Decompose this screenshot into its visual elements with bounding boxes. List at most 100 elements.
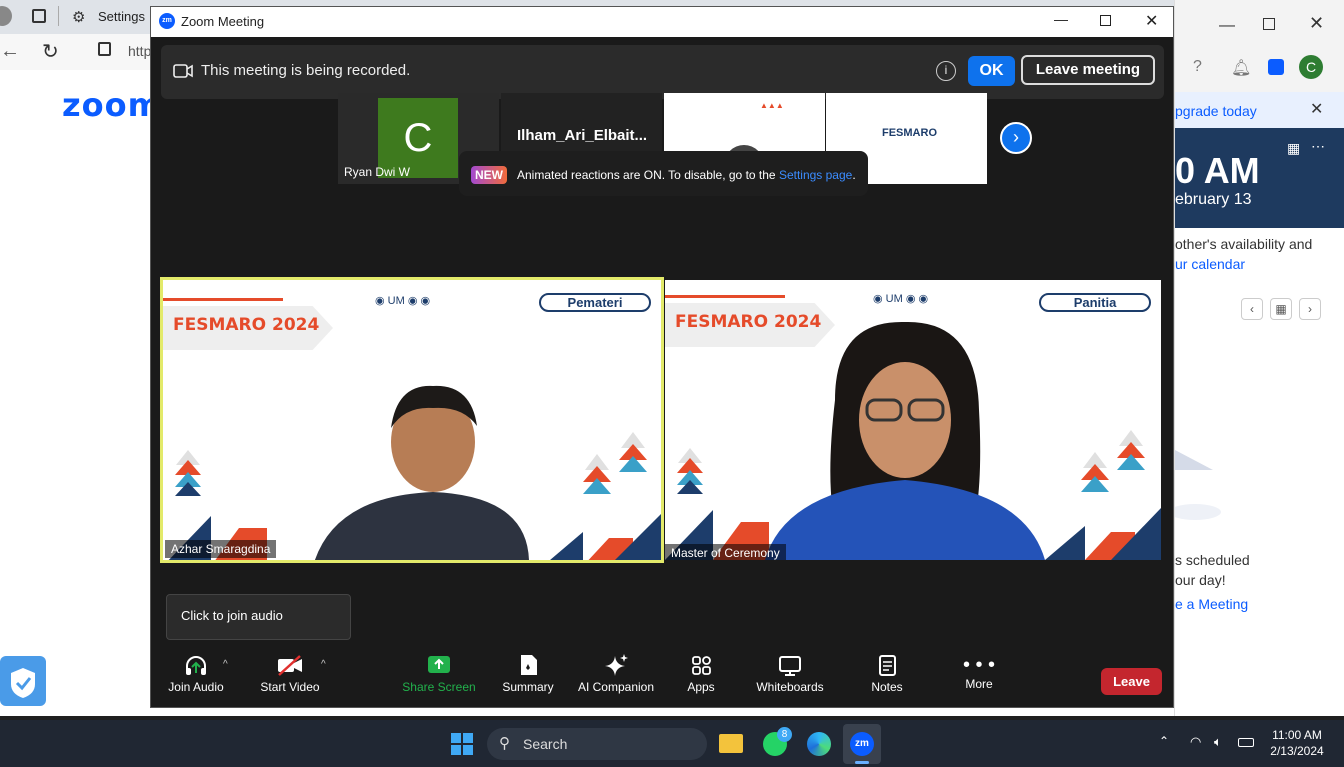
help-icon[interactable]: ?: [1193, 58, 1202, 76]
availability-text: other's availability and: [1175, 236, 1313, 252]
join-audio-tooltip: Click to join audio: [166, 594, 351, 640]
active-indicator: [855, 761, 869, 764]
slide-logos: ◉ UM ◉ ◉: [375, 295, 431, 307]
taskbar-search[interactable]: ⚲ Search: [487, 728, 707, 760]
video-options-chevron-icon[interactable]: ^: [321, 659, 326, 670]
toast-message: Animated reactions are ON. To disable, g…: [517, 168, 776, 182]
tree-decoration-icon: [677, 448, 703, 494]
current-date: ebruary 13: [1175, 191, 1252, 208]
battery-icon[interactable]: [1238, 738, 1254, 747]
shield-icon: [11, 668, 35, 698]
edge-browser-icon[interactable]: [807, 732, 831, 756]
participant-tile[interactable]: FESMARO 2024 ◉ UM ◉ ◉ Panitia Master of …: [665, 280, 1161, 560]
clock-date: 2/13/2024: [1270, 744, 1324, 758]
thumb-slide-title: FESMARO: [882, 127, 937, 139]
summary-label: Summary: [502, 680, 554, 694]
summary-icon: [521, 655, 537, 675]
start-video-button[interactable]: Start Video: [253, 653, 327, 694]
upgrade-banner[interactable]: pgrade today ✕: [1175, 92, 1344, 128]
whiteboard-icon: [779, 656, 801, 676]
calendar-picker-button[interactable]: ▦: [1270, 298, 1292, 320]
share-screen-label: Share Screen: [402, 680, 476, 694]
summary-button[interactable]: Summary: [491, 653, 565, 694]
notes-icon: [879, 655, 896, 676]
new-badge: NEW: [471, 166, 507, 184]
minimize-icon[interactable]: —: [1219, 17, 1235, 35]
clock[interactable]: 11:00 AM 2/13/2024: [1262, 728, 1332, 758]
maximize-icon[interactable]: [1263, 18, 1275, 30]
security-shield-button[interactable]: [0, 656, 46, 706]
whiteboards-button[interactable]: Whiteboards: [747, 653, 833, 694]
join-audio-label: Join Audio: [168, 680, 224, 694]
more-icon: • • •: [962, 654, 996, 676]
whiteboards-label: Whiteboards: [756, 680, 824, 694]
paper-plane-icon: [1175, 450, 1221, 520]
participant-video: [765, 321, 1045, 560]
ok-button[interactable]: OK: [968, 56, 1015, 86]
chevron-up-icon[interactable]: ⌃: [1159, 734, 1169, 748]
volume-icon[interactable]: 🔈︎: [1214, 734, 1222, 750]
ai-companion-button[interactable]: AI Companion: [571, 653, 661, 694]
tab-actions-icon[interactable]: [32, 9, 46, 23]
toast-text: Animated reactions are ON. To disable, g…: [517, 168, 856, 182]
apps-button[interactable]: Apps: [671, 653, 731, 694]
taskbar: ⚲ Search 8 zm ⌃ ◠ 🔈︎ 11:00 AM 2/13/2024: [0, 720, 1344, 767]
zoom-taskbar-item[interactable]: zm: [843, 724, 881, 764]
close-banner-icon[interactable]: ✕: [1310, 99, 1323, 119]
address-input[interactable]: http: [128, 43, 151, 59]
prev-day-button[interactable]: ‹: [1241, 298, 1263, 320]
schedule-meeting-link[interactable]: e a Meeting: [1175, 596, 1248, 612]
info-icon[interactable]: i: [936, 61, 956, 81]
share-screen-icon: [428, 656, 450, 673]
browser-tab-settings[interactable]: Settings: [98, 9, 145, 24]
minimize-icon[interactable]: —: [1054, 11, 1068, 27]
search-icon: ⚲: [499, 735, 510, 752]
more-button[interactable]: • • • More: [949, 653, 1009, 691]
slide-accent-line: [163, 298, 283, 301]
no-meetings-text-2: our day!: [1175, 572, 1226, 588]
video-off-icon: [278, 655, 302, 676]
profile-avatar[interactable]: [0, 6, 12, 26]
notes-label: Notes: [871, 680, 903, 694]
role-pill: Pemateri: [539, 293, 651, 312]
zoom-logo: zoom: [62, 86, 162, 124]
next-page-button[interactable]: ›: [1000, 122, 1032, 154]
bell-icon[interactable]: 🔔︎: [1231, 58, 1251, 78]
zoom-meeting-window: zm Zoom Meeting — ✕ This meeting is bein…: [150, 6, 1174, 708]
maximize-icon[interactable]: [1100, 15, 1111, 26]
tree-decoration-icon: [1081, 430, 1145, 492]
notes-button[interactable]: Notes: [857, 653, 917, 694]
back-icon[interactable]: ←: [0, 40, 20, 63]
sparkle-icon: [605, 654, 628, 676]
active-speaker-tile[interactable]: FESMARO 2024 ◉ UM ◉ ◉ Pemateri Azhar Sma…: [160, 277, 664, 563]
upgrade-text[interactable]: pgrade today: [1175, 103, 1257, 119]
gear-icon: ⚙: [72, 9, 86, 26]
close-icon[interactable]: ✕: [1145, 11, 1158, 31]
participant-video: [315, 385, 529, 560]
next-day-button[interactable]: ›: [1299, 298, 1321, 320]
zoom-app-icon: zm: [850, 732, 874, 756]
avatar[interactable]: C: [1299, 55, 1323, 79]
window-title: Zoom Meeting: [181, 14, 265, 29]
file-explorer-icon[interactable]: [719, 734, 743, 753]
calendar-add-icon[interactable]: ▦: [1287, 140, 1300, 157]
share-screen-button[interactable]: Share Screen: [399, 653, 479, 694]
windows-start-icon[interactable]: [451, 733, 473, 755]
panel-toggle-icon[interactable]: [1268, 59, 1284, 75]
audio-options-chevron-icon[interactable]: ^: [223, 659, 228, 670]
recording-camera-icon: [173, 64, 193, 78]
participant-name: Ilham_Ari_Elbait...: [517, 127, 648, 144]
more-icon[interactable]: ⋯: [1311, 138, 1325, 155]
role-pill: Panitia: [1039, 293, 1151, 312]
close-icon[interactable]: ✕: [1309, 13, 1324, 34]
join-audio-button[interactable]: Join Audio: [161, 653, 231, 694]
calendar-link[interactable]: ur calendar: [1175, 256, 1245, 272]
leave-button[interactable]: Leave: [1101, 668, 1162, 695]
leave-meeting-button[interactable]: Leave meeting: [1021, 55, 1155, 85]
wifi-icon[interactable]: ◠: [1190, 734, 1201, 750]
settings-link[interactable]: Settings page: [779, 168, 852, 182]
refresh-icon[interactable]: ↻: [42, 39, 59, 64]
current-time: 0 AM: [1175, 150, 1260, 191]
participant-name: Azhar Smaragdina: [165, 540, 277, 558]
start-video-label: Start Video: [260, 680, 320, 694]
